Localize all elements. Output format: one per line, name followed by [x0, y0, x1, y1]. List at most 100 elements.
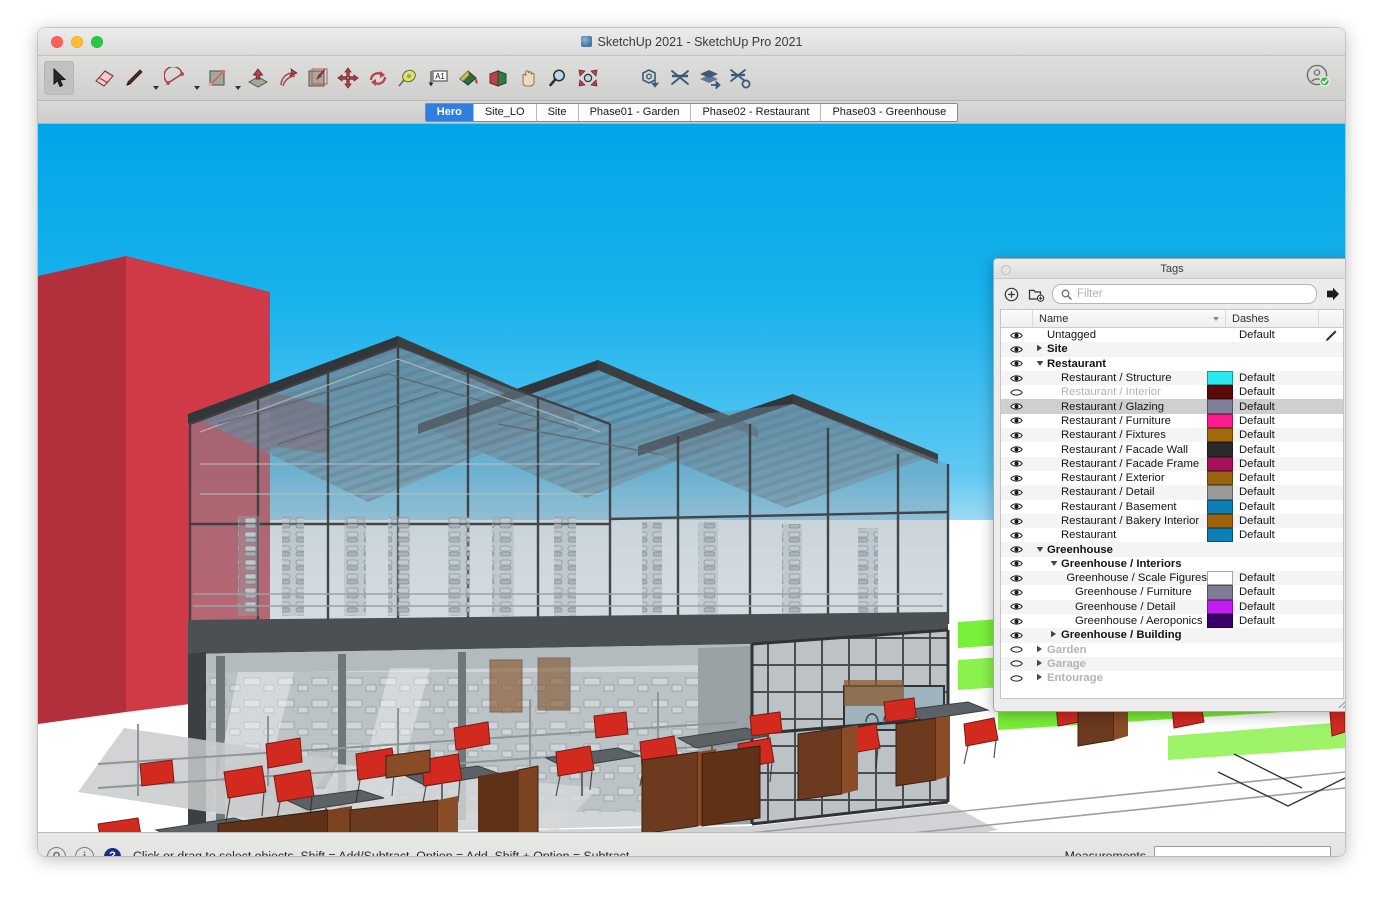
text-tool[interactable]: A1 — [423, 61, 453, 95]
scene-tab-site-lo[interactable]: Site_LO — [474, 104, 537, 121]
tag-name-cell[interactable]: Restaurant / Detail — [1032, 486, 1207, 498]
visibility-eye-open-icon[interactable] — [1001, 531, 1032, 540]
tags-row[interactable]: Greenhouse / Scale FiguresDefault — [1001, 571, 1343, 585]
arc-tool-caret[interactable] — [191, 56, 202, 101]
visibility-eye-open-icon[interactable] — [1001, 488, 1032, 497]
tag-color-swatch[interactable] — [1207, 385, 1233, 399]
visibility-eye-open-icon[interactable] — [1001, 345, 1032, 354]
tag-dashes-cell[interactable]: Default — [1233, 372, 1319, 384]
tag-name-cell[interactable]: Entourage — [1032, 672, 1207, 684]
tag-color-swatch[interactable] — [1207, 671, 1233, 685]
tags-row[interactable]: Restaurant / Facade WallDefault — [1001, 442, 1343, 456]
tag-dashes-cell[interactable]: Default — [1233, 615, 1319, 627]
tag-name-cell[interactable]: Restaurant / Structure — [1032, 372, 1207, 384]
dashes-column-header[interactable]: Dashes — [1226, 310, 1319, 327]
visibility-eye-open-icon[interactable] — [1001, 502, 1032, 511]
tag-color-swatch[interactable] — [1207, 342, 1233, 356]
visibility-eye-open-icon[interactable] — [1001, 545, 1032, 554]
help-question-icon[interactable]: ? — [104, 848, 121, 857]
disclosure-collapsed-icon[interactable] — [1036, 672, 1045, 684]
tag-name-cell[interactable]: Greenhouse / Interiors — [1032, 558, 1207, 570]
rectangle-tool[interactable] — [202, 61, 232, 95]
tags-list[interactable]: Name Dashes Untagged Default Site Restauran… — [1000, 309, 1344, 699]
name-column-header[interactable]: Name — [1033, 310, 1226, 327]
scene-tab-phase01-garden[interactable]: Phase01 - Garden — [579, 104, 692, 121]
pan-tool[interactable] — [513, 61, 543, 95]
tag-name-cell[interactable]: Greenhouse — [1032, 544, 1207, 556]
tag-name-cell[interactable]: Restaurant / Fixtures — [1032, 429, 1207, 441]
tags-row[interactable]: Restaurant / Basement Default — [1001, 500, 1343, 514]
section-plane-tool[interactable] — [483, 61, 513, 95]
tags-panel-resize-handle[interactable] — [1337, 698, 1345, 709]
tags-row[interactable]: Restaurant — [1001, 357, 1343, 371]
tag-color-swatch[interactable] — [1207, 371, 1233, 385]
visibility-eye-open-icon[interactable] — [1001, 474, 1032, 483]
tag-name-cell[interactable]: Site — [1032, 343, 1207, 355]
tag-color-swatch[interactable] — [1207, 542, 1233, 556]
zoom-extents-tool[interactable] — [573, 61, 603, 95]
tags-panel-titlebar[interactable]: Tags — [994, 259, 1345, 279]
tag-dashes-cell[interactable]: Default — [1233, 429, 1319, 441]
scene-tab-phase02-restaurant[interactable]: Phase02 - Restaurant — [691, 104, 821, 121]
tags-row[interactable]: Greenhouse / AeroponicsDefault — [1001, 614, 1343, 628]
tags-row[interactable]: Site — [1001, 342, 1343, 356]
tag-color-swatch[interactable] — [1207, 328, 1233, 342]
tag-dashes-cell[interactable]: Default — [1233, 515, 1319, 527]
zoom-tool[interactable] — [543, 61, 573, 95]
tags-row[interactable]: Greenhouse / DetailDefault — [1001, 600, 1343, 614]
visibility-eye-closed-icon[interactable] — [1001, 674, 1032, 683]
tag-color-swatch[interactable] — [1207, 457, 1233, 471]
tag-color-swatch[interactable] — [1207, 500, 1233, 514]
tag-color-swatch[interactable] — [1207, 471, 1233, 485]
tag-dashes-cell[interactable]: Default — [1233, 386, 1319, 398]
tag-name-cell[interactable]: Untagged — [1032, 329, 1207, 341]
visibility-eye-open-icon[interactable] — [1001, 431, 1032, 440]
tag-name-cell[interactable]: Restaurant — [1032, 529, 1207, 541]
tag-name-cell[interactable]: Restaurant / Basement — [1032, 501, 1207, 513]
tag-color-swatch[interactable] — [1207, 414, 1233, 428]
tags-row[interactable]: Greenhouse — [1001, 542, 1343, 556]
followme-tool[interactable] — [273, 61, 303, 95]
tag-color-swatch[interactable] — [1207, 357, 1233, 371]
tags-row[interactable]: Restaurant / GlazingDefault — [1001, 399, 1343, 413]
scene-tab-phase03-greenhouse[interactable]: Phase03 - Greenhouse — [821, 104, 957, 121]
tags-row[interactable]: Greenhouse / FurnitureDefault — [1001, 585, 1343, 599]
tag-name-cell[interactable]: Restaurant / Interior — [1032, 386, 1207, 398]
tags-row[interactable]: Restaurant / Fixtures Default — [1001, 428, 1343, 442]
tag-name-cell[interactable]: Restaurant / Facade Wall — [1032, 444, 1207, 456]
line-tool[interactable] — [120, 61, 150, 95]
geo-location-icon[interactable]: ⚲ — [47, 847, 66, 857]
measurements-input[interactable] — [1154, 846, 1331, 856]
rectangle-tool-caret[interactable] — [232, 56, 243, 101]
rotate-tool[interactable] — [363, 61, 393, 95]
paintbucket-tool[interactable] — [453, 61, 483, 95]
tag-color-swatch[interactable] — [1207, 643, 1233, 657]
tag-dashes-cell[interactable]: Default — [1233, 601, 1319, 613]
account-avatar[interactable] — [1303, 61, 1333, 91]
visibility-eye-open-icon[interactable] — [1001, 359, 1032, 368]
tag-name-cell[interactable]: Restaurant / Facade Frame — [1032, 458, 1207, 470]
scene-tab-hero[interactable]: Hero — [426, 104, 474, 121]
visibility-eye-open-icon[interactable] — [1001, 402, 1032, 411]
tag-dashes-cell[interactable]: Default — [1233, 401, 1319, 413]
visibility-eye-open-icon[interactable] — [1001, 617, 1032, 626]
tag-color-swatch[interactable] — [1207, 585, 1233, 599]
visibility-eye-open-icon[interactable] — [1001, 416, 1032, 425]
tag-dashes-cell[interactable]: Default — [1233, 572, 1319, 584]
disclosure-collapsed-icon[interactable] — [1036, 644, 1045, 656]
tags-row[interactable]: Restaurant / Structure Default — [1001, 371, 1343, 385]
visibility-eye-closed-icon[interactable] — [1001, 388, 1032, 397]
visibility-eye-open-icon[interactable] — [1001, 631, 1032, 640]
offset-tool[interactable] — [303, 61, 333, 95]
tag-dashes-cell[interactable]: Default — [1233, 329, 1319, 341]
disclosure-expanded-icon[interactable] — [1036, 358, 1045, 370]
tag-name-cell[interactable]: Garage — [1032, 658, 1207, 670]
tags-row[interactable]: Restaurant / ExteriorDefault — [1001, 471, 1343, 485]
visibility-eye-open-icon[interactable] — [1001, 459, 1032, 468]
edit-pencil-icon[interactable] — [1319, 329, 1343, 342]
tag-dashes-cell[interactable]: Default — [1233, 529, 1319, 541]
info-icon[interactable]: i — [75, 847, 94, 857]
tag-color-swatch[interactable] — [1207, 571, 1233, 585]
tag-dashes-cell[interactable]: Default — [1233, 501, 1319, 513]
tags-row[interactable]: Greenhouse / Interiors — [1001, 557, 1343, 571]
